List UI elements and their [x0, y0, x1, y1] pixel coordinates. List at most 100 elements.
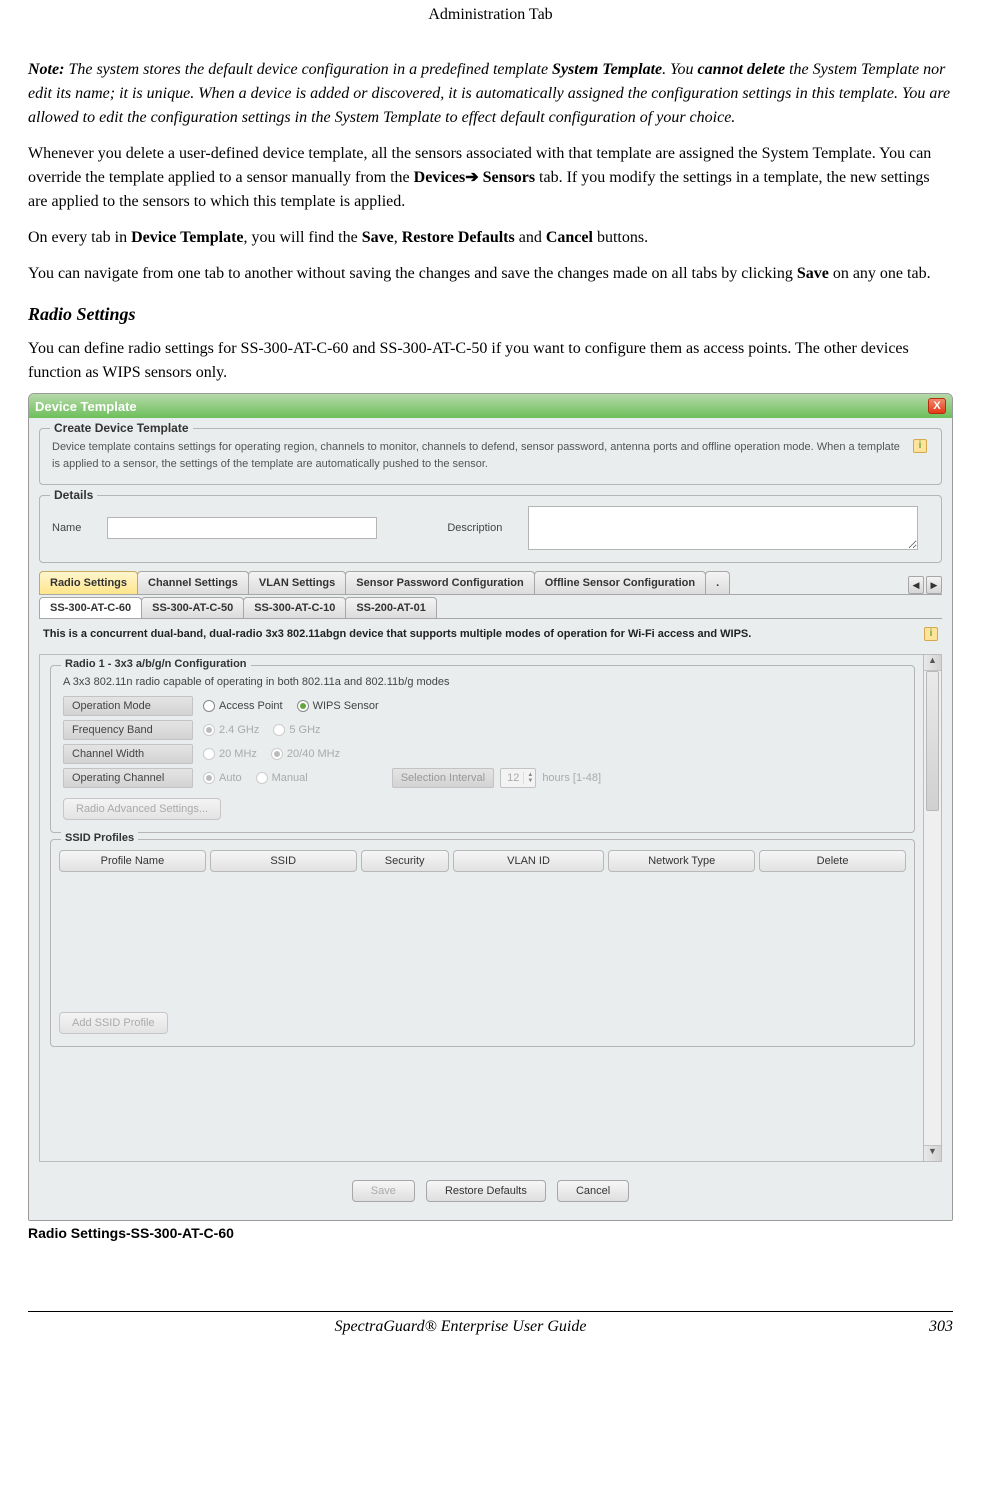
frequency-band-label: Frequency Band: [63, 720, 193, 740]
op-mode-access-point[interactable]: Access Point: [203, 700, 283, 712]
radio-icon: [203, 748, 215, 760]
device-description: This is a concurrent dual-band, dual-rad…: [29, 619, 952, 650]
radio-icon: [203, 772, 215, 784]
freq-24-text: 2.4 GHz: [219, 724, 259, 736]
opch-auto-text: Auto: [219, 772, 242, 784]
op-mode-wips-text: WIPS Sensor: [313, 700, 379, 712]
create-device-template-fieldset: Create Device Template Device template c…: [39, 428, 942, 485]
tab-sensor-password[interactable]: Sensor Password Configuration: [345, 571, 534, 594]
subtab-ss300atc50[interactable]: SS-300-AT-C-50: [141, 597, 244, 618]
tab-scroll-right-icon[interactable]: ▶: [926, 576, 942, 594]
dialog-titlebar[interactable]: Device Template X: [29, 394, 952, 418]
ssid-profiles-fieldset: SSID Profiles Profile Name SSID Security…: [50, 839, 915, 1047]
p2-t4: and: [515, 229, 546, 246]
p2-t3: ,: [394, 229, 402, 246]
device-template-dialog-screenshot: Device Template X Create Device Template…: [28, 393, 953, 1221]
operating-channel-label: Operating Channel: [63, 768, 193, 788]
subtab-ss200at01[interactable]: SS-200-AT-01: [345, 597, 437, 618]
spinner-value: 12: [503, 772, 523, 784]
p2-b4: Cancel: [546, 229, 593, 246]
name-label: Name: [52, 522, 81, 534]
opch-auto: Auto: [203, 772, 242, 784]
dialog-title: Device Template: [35, 399, 928, 414]
p3-t2: on any one tab.: [829, 265, 931, 282]
ssid-legend: SSID Profiles: [61, 832, 138, 844]
radio1-subtitle: A 3x3 802.11n radio capable of operating…: [63, 676, 902, 688]
restore-defaults-button[interactable]: Restore Defaults: [426, 1180, 546, 1202]
scroll-up-icon[interactable]: ▲: [924, 655, 941, 671]
col-ssid[interactable]: SSID: [210, 850, 357, 872]
p1-b1: Devices: [414, 169, 466, 186]
opch-manual: Manual: [256, 772, 308, 784]
tab-vlan-settings[interactable]: VLAN Settings: [248, 571, 346, 594]
page-footer: SpectraGuard® Enterprise User Guide 303: [28, 1311, 953, 1336]
paragraph-1: Whenever you delete a user-defined devic…: [28, 142, 953, 214]
subtab-ss300atc10[interactable]: SS-300-AT-C-10: [243, 597, 346, 618]
radio1-fieldset: Radio 1 - 3x3 a/b/g/n Configuration A 3x…: [50, 665, 915, 833]
p2-b2: Save: [362, 229, 394, 246]
scroll-track[interactable]: [924, 671, 941, 1145]
info-icon[interactable]: i: [913, 439, 927, 453]
note-t1: The system stores the default device con…: [64, 61, 552, 78]
description-label: Description: [447, 522, 502, 534]
radio-config-panel: ▲ ▼ Radio 1 - 3x3 a/b/g/n Configuration …: [39, 654, 942, 1162]
col-vlan-id[interactable]: VLAN ID: [453, 850, 605, 872]
tab-offline-sensor[interactable]: Offline Sensor Configuration: [534, 571, 706, 594]
p3-b1: Save: [797, 265, 829, 282]
details-fieldset: Details Name Description: [39, 495, 942, 563]
ssid-table-header: Profile Name SSID Security VLAN ID Netwo…: [59, 850, 906, 872]
opch-manual-text: Manual: [272, 772, 308, 784]
radio-icon: [297, 700, 309, 712]
create-description: Device template contains settings for op…: [52, 439, 929, 472]
note-block: Note: The system stores the default devi…: [28, 58, 953, 130]
chw-20-text: 20 MHz: [219, 748, 257, 760]
scrollbar[interactable]: ▲ ▼: [923, 655, 941, 1161]
save-button[interactable]: Save: [352, 1180, 415, 1202]
op-mode-ap-text: Access Point: [219, 700, 283, 712]
col-delete[interactable]: Delete: [759, 850, 906, 872]
interval-hint: hours [1-48]: [542, 772, 601, 784]
operation-mode-label: Operation Mode: [63, 696, 193, 716]
paragraph-3: You can navigate from one tab to another…: [28, 262, 953, 286]
subtab-ss300atc60[interactable]: SS-300-AT-C-60: [39, 597, 142, 618]
chw-2040-text: 20/40 MHz: [287, 748, 340, 760]
col-security[interactable]: Security: [361, 850, 449, 872]
tab-scroll-left-icon[interactable]: ◀: [908, 576, 924, 594]
section-heading-radio-settings: Radio Settings: [28, 304, 953, 325]
paragraph-4: You can define radio settings for SS-300…: [28, 337, 953, 385]
op-mode-wips-sensor[interactable]: WIPS Sensor: [297, 700, 379, 712]
tab-overflow[interactable]: .: [705, 571, 730, 594]
selection-interval-label: Selection Interval: [392, 768, 494, 788]
dialog-button-bar: Save Restore Defaults Cancel: [29, 1166, 952, 1220]
tab-channel-settings[interactable]: Channel Settings: [137, 571, 249, 594]
add-ssid-profile-button: Add SSID Profile: [59, 1012, 168, 1034]
info-icon[interactable]: i: [924, 627, 938, 641]
description-input[interactable]: [528, 506, 918, 550]
create-desc-text: Device template contains settings for op…: [52, 441, 900, 470]
channel-width-label: Channel Width: [63, 744, 193, 764]
radio-advanced-settings-button: Radio Advanced Settings...: [63, 798, 221, 820]
device-desc-text: This is a concurrent dual-band, dual-rad…: [43, 628, 751, 640]
col-network-type[interactable]: Network Type: [608, 850, 755, 872]
page-number: 303: [893, 1318, 953, 1336]
arrow-icon: ➔: [465, 169, 478, 186]
p2-t5: buttons.: [593, 229, 648, 246]
close-icon[interactable]: X: [928, 398, 946, 414]
p2-b1: Device Template: [131, 229, 243, 246]
radio1-legend: Radio 1 - 3x3 a/b/g/n Configuration: [61, 658, 251, 670]
chevron-down-icon: ▼: [527, 778, 533, 784]
scroll-thumb[interactable]: [926, 671, 939, 811]
model-subtabs: SS-300-AT-C-60 SS-300-AT-C-50 SS-300-AT-…: [29, 595, 952, 618]
freq-5ghz: 5 GHz: [273, 724, 320, 736]
selection-interval-spinner: 12 ▲▼: [500, 768, 536, 788]
chw-2040: 20/40 MHz: [271, 748, 340, 760]
tab-radio-settings[interactable]: Radio Settings: [39, 571, 138, 594]
scroll-down-icon[interactable]: ▼: [924, 1145, 941, 1161]
cancel-button[interactable]: Cancel: [557, 1180, 629, 1202]
create-legend: Create Device Template: [50, 421, 193, 435]
p2-t2: , you will find the: [244, 229, 362, 246]
name-input[interactable]: [107, 517, 377, 539]
page-header: Administration Tab: [28, 0, 953, 34]
col-profile-name[interactable]: Profile Name: [59, 850, 206, 872]
p3-t1: You can navigate from one tab to another…: [28, 265, 797, 282]
